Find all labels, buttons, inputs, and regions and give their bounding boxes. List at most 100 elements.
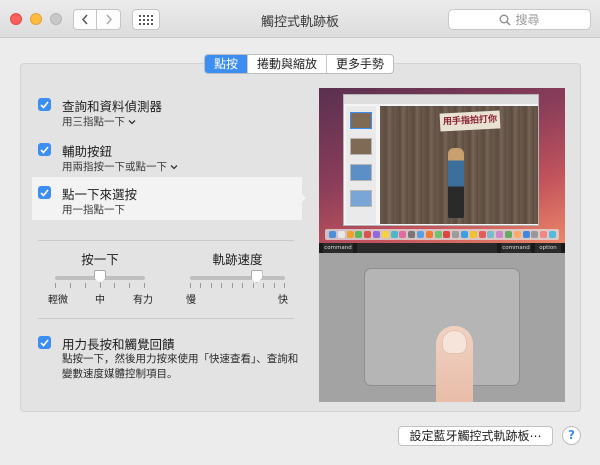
dock-app-icon <box>337 231 345 238</box>
minimize-button[interactable] <box>30 13 42 25</box>
click-slider-label: 按一下 <box>81 252 119 267</box>
slider-tick <box>55 283 56 288</box>
dock-app-icon <box>549 231 556 238</box>
title-bar: 觸控式軌跡板 搜尋 <box>0 0 600 38</box>
dock-app-icon <box>469 231 477 238</box>
slider-tick <box>210 283 212 288</box>
setup-bluetooth-trackpad-button[interactable]: 設定藍牙觸控式軌跡板⋯ <box>398 426 553 446</box>
key-option: option <box>535 243 561 253</box>
gesture-preview-video: 用手指拍打你 command command option <box>319 88 565 402</box>
dock-app-icon <box>425 231 433 238</box>
tracking-tick-fast: 快 <box>278 295 288 306</box>
lookup-gesture-menu[interactable]: 用三指點一下 <box>62 114 136 129</box>
chevron-right-icon <box>105 14 112 25</box>
zoom-button[interactable] <box>50 13 62 25</box>
dock-app-icon <box>478 231 486 238</box>
chevron-down-icon <box>170 164 178 169</box>
click-tick-light: 輕微 <box>48 295 68 306</box>
preview-thumbnail <box>350 138 372 155</box>
slider-tick <box>242 283 244 288</box>
tab-scroll-zoom[interactable]: 捲動與縮放 <box>247 55 326 73</box>
key-command-left: command <box>323 243 353 253</box>
preview-person <box>448 148 464 218</box>
search-icon <box>500 14 512 26</box>
chevron-down-icon <box>128 119 136 124</box>
tab-point-click[interactable]: 點按 <box>205 55 248 73</box>
preview-screen: 用手指拍打你 <box>319 88 565 248</box>
checkmark-icon <box>40 145 49 154</box>
show-all-button[interactable] <box>132 9 160 30</box>
slider-tick <box>200 283 202 288</box>
tracking-slider-ticks <box>190 283 285 288</box>
slider-tick <box>273 283 275 288</box>
preview-dock <box>325 229 559 240</box>
chevron-left-icon <box>81 14 88 25</box>
dock-app-icon <box>443 231 451 238</box>
dock-app-icon <box>373 231 380 238</box>
secondary-click-gesture-value: 用兩指按一下或點一下 <box>62 161 167 173</box>
key-command-right: command <box>501 243 531 253</box>
divider <box>38 240 294 241</box>
tracking-slider-track[interactable] <box>190 276 285 280</box>
slider-tick <box>99 283 101 288</box>
slider-tick <box>231 283 233 288</box>
secondary-click-checkbox[interactable] <box>38 143 51 156</box>
force-click-title: 用力長按和觸覺回饋 <box>62 337 175 352</box>
dock-app-icon <box>487 231 495 238</box>
dock-app-icon <box>329 231 336 238</box>
tap-to-click-checkbox[interactable] <box>38 186 51 199</box>
grid-icon <box>139 14 153 25</box>
search-input[interactable]: 搜尋 <box>448 9 591 30</box>
slider-tick <box>129 283 131 288</box>
option-lookup: 查詢和資料偵測器 用三指點一下 <box>38 96 288 130</box>
checkmark-icon <box>40 188 49 197</box>
preview-app-toolbar <box>344 95 538 104</box>
preview-fingernail <box>442 330 467 354</box>
secondary-click-gesture-menu[interactable]: 用兩指按一下或點一下 <box>62 159 178 174</box>
dock-app-icon <box>364 231 372 238</box>
dock-app-icon <box>505 231 512 238</box>
preview-thumbnails <box>346 106 376 224</box>
option-secondary-click: 輔助按鈕 用兩指按一下或點一下 <box>38 141 288 175</box>
dock-app-icon <box>346 231 354 238</box>
tap-to-click-subtitle: 用一指點一下 <box>62 202 125 217</box>
dock-app-icon <box>399 231 407 238</box>
window-title: 觸控式軌跡板 <box>260 15 339 30</box>
click-slider-ticks <box>55 283 145 288</box>
preview-thumbnail <box>350 112 372 129</box>
slider-tick <box>263 283 265 288</box>
preview-thumbnail <box>350 190 372 207</box>
forward-button[interactable] <box>97 9 121 30</box>
dock-app-icon <box>540 231 548 238</box>
secondary-click-title: 輔助按鈕 <box>62 144 113 159</box>
dock-app-icon <box>522 231 530 238</box>
dock-app-icon <box>452 231 460 238</box>
slider-tick <box>144 283 145 288</box>
checkmark-icon <box>40 100 49 109</box>
click-tick-firm: 有力 <box>133 295 153 306</box>
preview-thumbnail <box>350 164 372 181</box>
close-button[interactable] <box>10 13 22 25</box>
dock-app-icon <box>355 231 363 238</box>
slider-tick <box>284 283 285 288</box>
divider <box>38 318 294 319</box>
slider-tick <box>69 283 71 288</box>
dock-app-icon <box>390 231 398 238</box>
force-click-checkbox[interactable] <box>38 336 51 349</box>
key-space <box>357 243 497 253</box>
dock-app-icon <box>496 231 504 238</box>
dock-app-icon <box>408 231 416 238</box>
help-button[interactable]: ? <box>562 426 581 445</box>
preview-photo: 用手指拍打你 <box>380 106 538 224</box>
slider-tick <box>190 283 191 288</box>
lookup-title: 查詢和資料偵測器 <box>62 99 163 114</box>
preview-finger <box>436 326 473 402</box>
tracking-slider-label: 軌跡速度 <box>212 252 263 267</box>
slider-tick <box>114 283 116 288</box>
tab-more-gestures[interactable]: 更多手勢 <box>326 55 393 73</box>
tap-to-click-title: 點一下來選按 <box>62 187 138 202</box>
back-button[interactable] <box>73 9 97 30</box>
lookup-checkbox[interactable] <box>38 98 51 111</box>
tab-bar: 點按 捲動與縮放 更多手勢 <box>204 54 395 74</box>
option-tap-to-click[interactable]: 點一下來選按 用一指點一下 <box>38 184 288 218</box>
